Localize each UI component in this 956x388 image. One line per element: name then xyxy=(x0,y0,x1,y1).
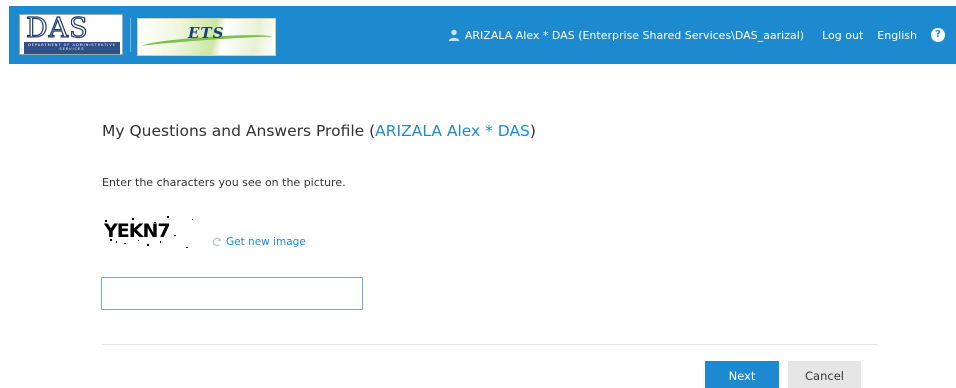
das-logo[interactable]: DAS DEPARTMENT OF ADMINISTRATIVE SERVICE… xyxy=(19,14,123,55)
get-new-image-label: Get new image xyxy=(226,236,306,248)
captcha-instruction: Enter the characters you see on the pict… xyxy=(102,176,346,189)
cancel-button[interactable]: Cancel xyxy=(788,361,861,388)
refresh-icon xyxy=(212,237,222,247)
next-button[interactable]: Next xyxy=(705,361,779,388)
user-area: ARIZALA Alex * DAS (Enterprise Shared Se… xyxy=(448,6,945,64)
user-icon xyxy=(448,29,460,41)
captcha-image-text: YEKN7 xyxy=(103,220,170,242)
page-title-close: ) xyxy=(529,122,536,140)
help-icon[interactable]: ? xyxy=(931,28,945,42)
page-title: My Questions and Answers Profile (ARIZAL… xyxy=(102,122,536,140)
logout-link[interactable]: Log out xyxy=(822,29,863,42)
captcha-image: YEKN7 xyxy=(102,210,198,254)
ets-logo-text: ETS xyxy=(188,24,225,42)
captcha-input[interactable] xyxy=(101,277,363,310)
top-bar: DAS DEPARTMENT OF ADMINISTRATIVE SERVICE… xyxy=(9,6,956,64)
language-selector[interactable]: English xyxy=(877,29,917,42)
user-name[interactable]: ARIZALA Alex * DAS (Enterprise Shared Se… xyxy=(465,29,804,42)
footer-divider xyxy=(102,344,877,345)
page-title-user: ARIZALA Alex * DAS xyxy=(375,122,530,140)
das-logo-subtitle: DEPARTMENT OF ADMINISTRATIVE SERVICES xyxy=(24,42,120,54)
logo-divider xyxy=(130,18,131,52)
ets-logo[interactable]: ETS xyxy=(137,18,276,56)
page-title-text: My Questions and Answers Profile ( xyxy=(102,122,376,140)
das-logo-letters: DAS xyxy=(25,13,89,44)
get-new-image-link[interactable]: Get new image xyxy=(212,236,306,248)
